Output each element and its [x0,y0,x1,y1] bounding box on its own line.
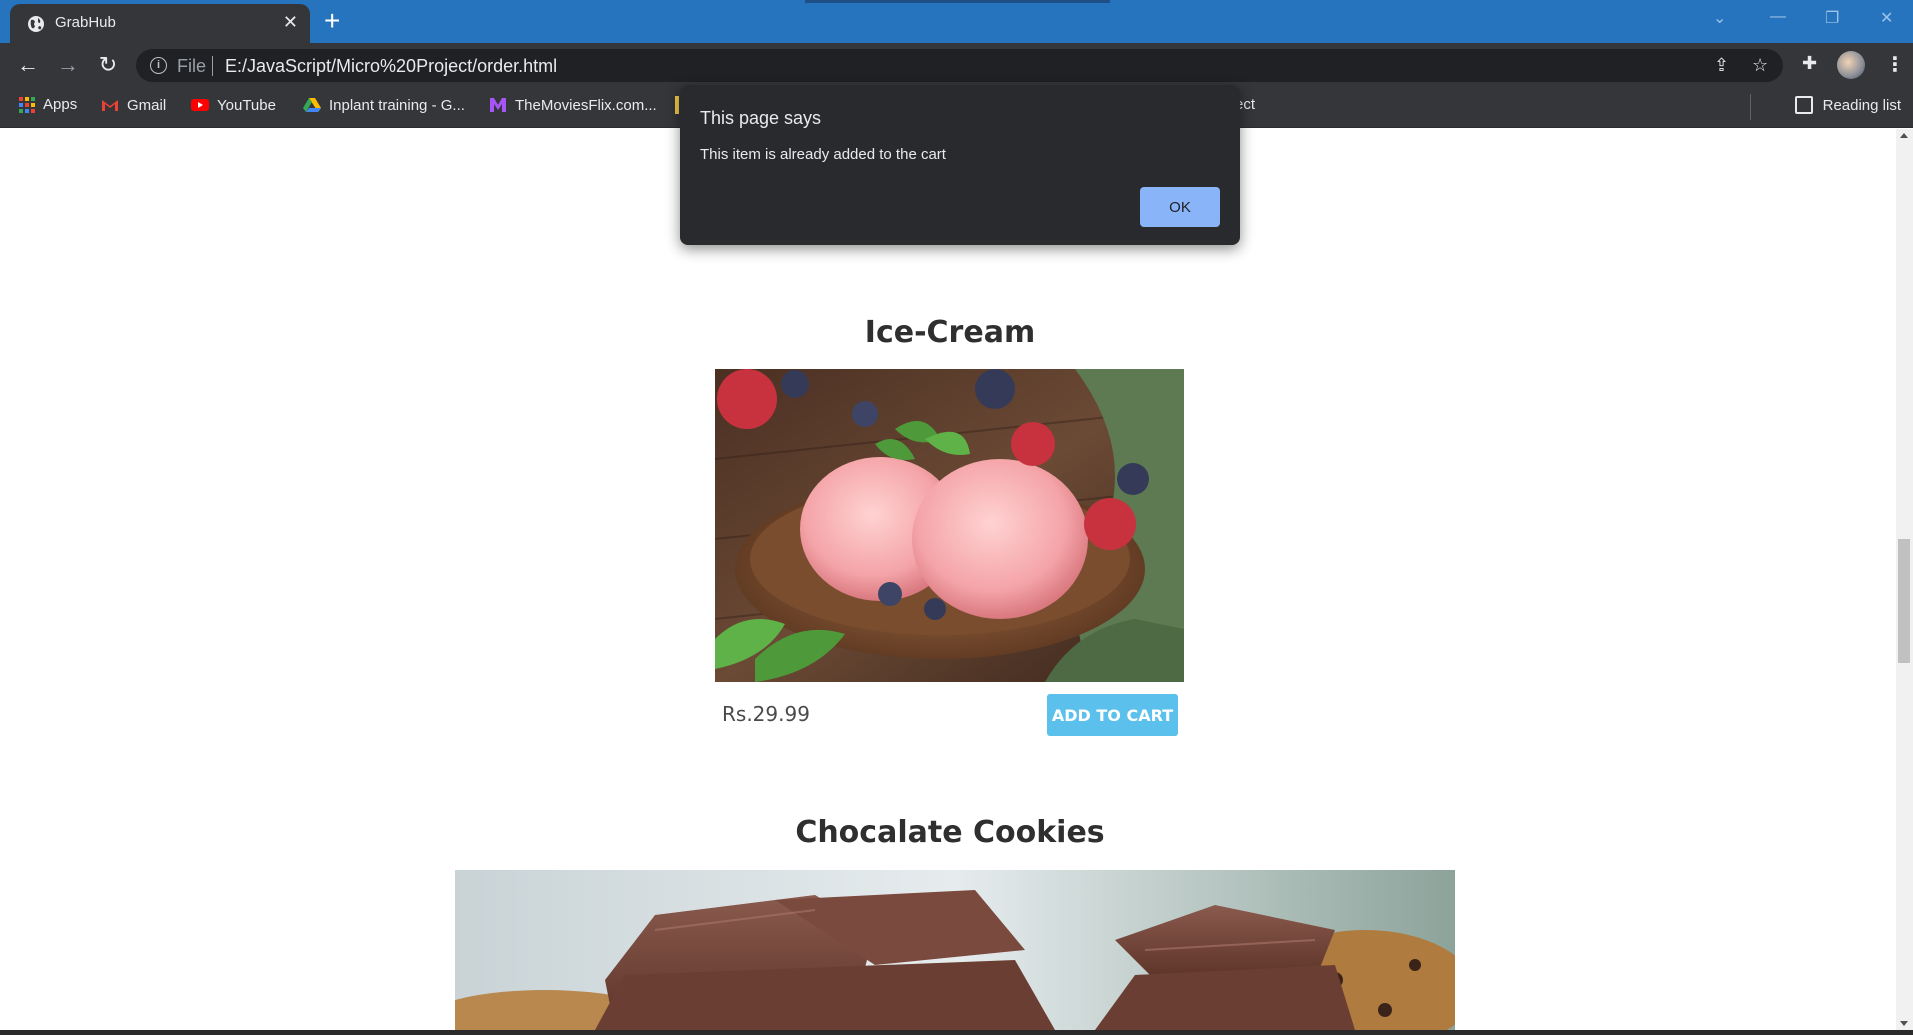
add-to-cart-button[interactable]: ADD TO CART [1047,694,1178,736]
page-scrollbar[interactable] [1896,129,1913,1030]
tab-title: GrabHub [55,14,116,31]
product-image-chocolate-cookies [455,870,1455,1030]
globe-icon [28,16,44,32]
moviesflix-icon [490,98,506,112]
dialog-title: This page says [700,108,822,128]
reload-icon[interactable]: ↻ [94,51,122,79]
info-icon[interactable]: i [150,57,167,74]
bookmark-label: YouTube [217,96,276,114]
share-icon[interactable]: ⇪ [1714,55,1729,76]
tab-grabhub[interactable]: GrabHub ✕ [10,4,310,43]
url-scheme: File [177,56,207,76]
reading-list-button[interactable]: Reading list [1794,96,1901,114]
bookmark-moviesflix[interactable]: TheMoviesFlix.com... [489,96,657,114]
scroll-down-icon[interactable] [1900,1021,1908,1026]
product-title-chocolate-cookies: Chocalate Cookies [795,815,1105,850]
product-title-ice-cream: Ice-Cream [864,315,1036,350]
bookmark-label: Inplant training - G... [329,96,465,114]
forward-icon[interactable]: → [54,51,82,79]
reading-list-divider [1750,94,1751,120]
new-tab-icon[interactable]: + [324,7,340,35]
tab-search-icon[interactable]: ⌄ [1713,8,1726,28]
profile-avatar[interactable] [1837,51,1865,79]
browser-title-bar: GrabHub ✕ + ⌄ — ❐ ✕ [0,0,1913,43]
bookmark-inplant-training[interactable]: Inplant training - G... [303,96,465,114]
product-image-ice-cream [715,369,1184,682]
back-icon[interactable]: ← [14,51,42,79]
reading-list-icon [1794,96,1813,114]
youtube-icon [191,99,209,111]
url-divider [212,56,213,76]
google-drive-icon [303,98,321,112]
reading-list-label: Reading list [1822,96,1901,114]
bookmark-star-icon[interactable]: ☆ [1752,55,1768,76]
bookmark-folder-icon[interactable] [675,96,679,114]
bookmark-label: Apps [43,96,78,113]
page-viewport: Ice-Cream Rs.29.99 ADD TO CART Chocalate… [0,129,1896,1030]
close-tab-icon[interactable]: ✕ [283,12,298,32]
bookmark-gmail[interactable]: Gmail [101,96,166,114]
bookmark-label: TheMoviesFlix.com... [515,96,657,114]
extensions-icon[interactable]: ✚ [1802,53,1817,74]
address-bar[interactable]: i File E:/JavaScript/Micro%20Project/ord… [136,49,1783,82]
menu-kebab-icon[interactable]: ⋮ [1885,52,1905,78]
gmail-icon [102,100,118,111]
alert-dialog: This page says This item is already adde… [680,85,1240,245]
scrollbar-thumb[interactable] [1898,539,1910,663]
bookmark-youtube[interactable]: YouTube [191,96,276,114]
url-text[interactable]: E:/JavaScript/Micro%20Project/order.html [225,56,557,77]
apps-grid-icon [19,96,35,113]
tab-strip-indicator [805,0,1110,3]
minimize-icon[interactable]: — [1770,8,1786,26]
dialog-message: This item is already added to the cart [700,146,946,163]
browser-toolbar: ← → ↻ i File E:/JavaScript/Micro%20Proje… [0,43,1913,87]
ok-button[interactable]: OK [1140,187,1220,227]
scroll-up-icon[interactable] [1900,133,1908,138]
bottom-edge-strip [0,1030,1913,1035]
bookmark-label: Gmail [127,96,167,114]
restore-icon[interactable]: ❐ [1825,8,1839,28]
bookmark-apps[interactable]: Apps [19,96,77,113]
close-window-icon[interactable]: ✕ [1880,8,1893,28]
product-price-ice-cream: Rs.29.99 [722,702,810,726]
